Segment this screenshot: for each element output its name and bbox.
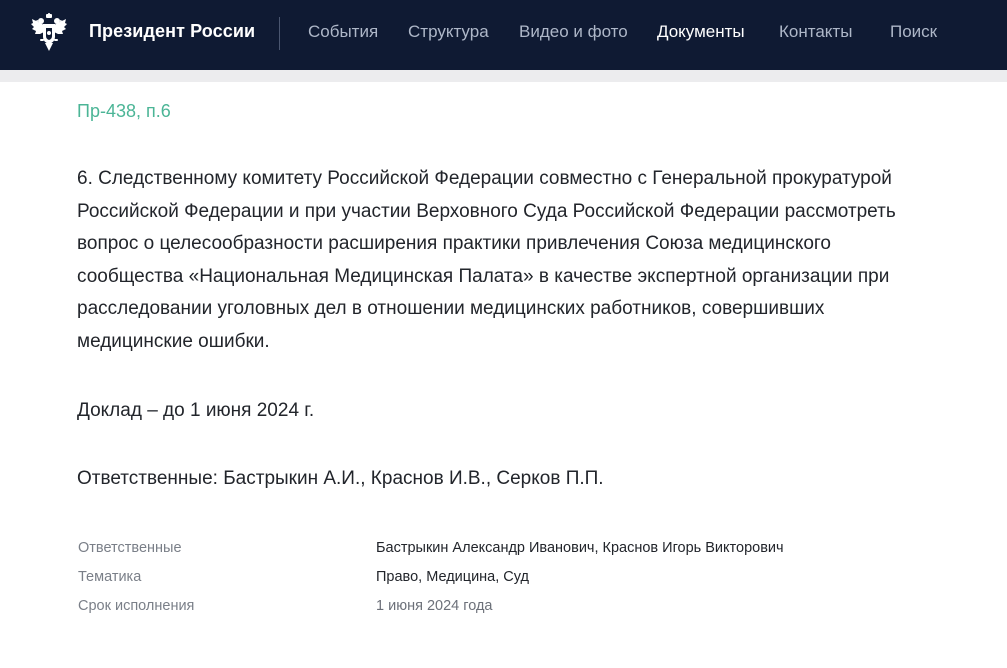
site-header: Президент России События Структура Видео…: [0, 0, 1007, 70]
meta-label-deadline: Срок исполнения: [78, 598, 195, 614]
nav-item-structure[interactable]: Структура: [408, 22, 489, 42]
meta-label-topics: Тематика: [78, 569, 142, 585]
header-shadow-strip: [0, 70, 1007, 82]
nav-item-search[interactable]: Поиск: [890, 22, 937, 42]
document-reference-link[interactable]: Пр-438, п.6: [77, 101, 171, 122]
double-headed-eagle-icon[interactable]: [30, 13, 68, 53]
meta-label-responsible: Ответственные: [78, 540, 182, 556]
meta-value-deadline: 1 июня 2024 года: [376, 598, 493, 614]
document-paragraph: 6. Следственному комитету Российской Фед…: [77, 168, 896, 352]
nav-item-documents[interactable]: Документы: [657, 22, 745, 42]
responsible-persons-text: Ответственные: Бастрыкин А.И., Краснов И…: [77, 468, 604, 489]
report-deadline-text: Доклад – до 1 июня 2024 г.: [77, 400, 315, 421]
site-title[interactable]: Президент России: [89, 21, 255, 42]
nav-item-video-photo[interactable]: Видео и фото: [519, 22, 628, 42]
meta-value-responsible: Бастрыкин Александр Иванович, Краснов Иг…: [376, 540, 784, 556]
meta-value-topics[interactable]: Право, Медицина, Суд: [376, 569, 529, 585]
nav-divider: [279, 17, 280, 50]
nav-item-events[interactable]: События: [308, 22, 378, 42]
nav-item-contacts[interactable]: Контакты: [779, 22, 852, 42]
